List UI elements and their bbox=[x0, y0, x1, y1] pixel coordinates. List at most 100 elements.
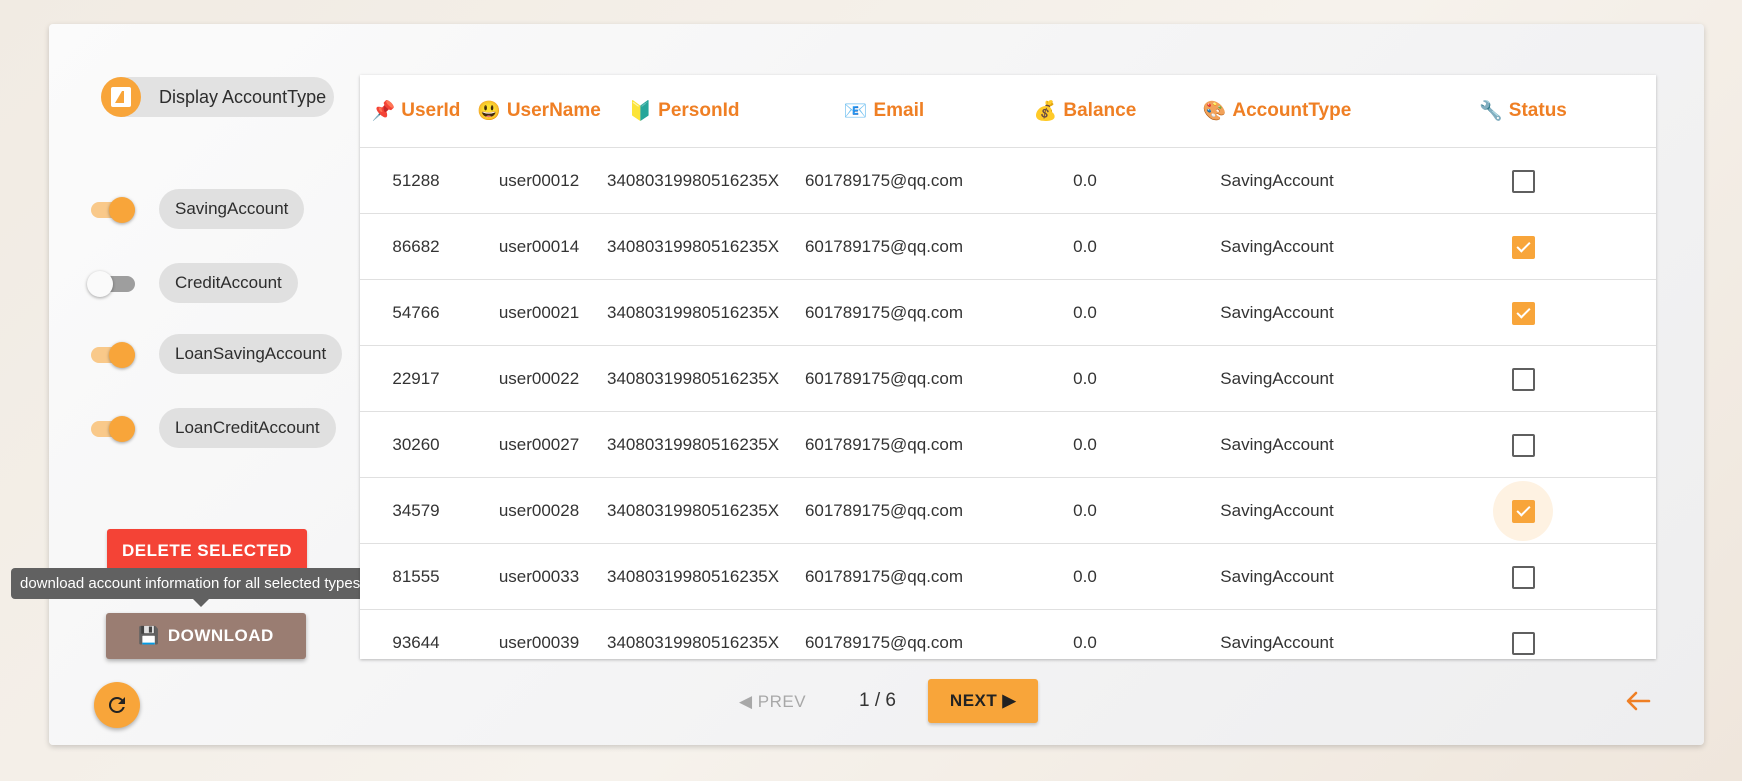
column-header-username: 😃 UserName bbox=[472, 75, 606, 148]
cell-email: 601789175@qq.com bbox=[804, 632, 964, 652]
cell-status bbox=[1390, 147, 1656, 214]
cell-username: user00022 bbox=[472, 345, 606, 412]
cell-balance: 0.0 bbox=[1006, 477, 1164, 544]
cell-email: 601789175@qq.com bbox=[762, 279, 1006, 346]
accounts-table-container: 📌 UserId 😃 UserName 🔰 PersonId 📧 Email 💰 Balance 🎨… bbox=[360, 75, 1656, 659]
arrow-left-icon bbox=[1626, 691, 1651, 711]
cell-personid: 34080319980516235X bbox=[606, 543, 779, 610]
accounts-table: 📌 UserId 😃 UserName 🔰 PersonId 📧 Email 💰 Balance 🎨… bbox=[360, 75, 1656, 675]
status-checkbox[interactable] bbox=[1511, 565, 1535, 589]
account-type-chip: CreditAccount bbox=[159, 263, 298, 303]
cell-type: SavingAccount bbox=[1164, 213, 1390, 280]
table-row: 51288 user00012 34080319980516235X 60178917… bbox=[360, 147, 1656, 214]
status-checkbox[interactable] bbox=[1511, 301, 1535, 325]
cell-userid: 51288 bbox=[360, 147, 472, 214]
main-card: Display AccountType SavingAccount CreditA… bbox=[11, 24, 1704, 745]
display-accounttype-chip: Display AccountType bbox=[101, 77, 334, 117]
account-type-icon bbox=[101, 77, 141, 117]
table-row: 81555 user00033 34080319980516235X 60178917… bbox=[360, 543, 1656, 610]
prev-button[interactable]: ◀ PREV bbox=[739, 692, 806, 712]
status-checkbox[interactable] bbox=[1511, 499, 1535, 523]
account-type-chip: SavingAccount bbox=[159, 189, 305, 229]
cell-balance: 0.0 bbox=[1006, 345, 1164, 412]
cell-status bbox=[1390, 411, 1656, 478]
column-header-personid: 🔰 PersonId bbox=[606, 75, 762, 148]
header-icon: 💰 bbox=[1033, 101, 1058, 122]
status-checkbox[interactable] bbox=[1511, 367, 1535, 391]
cell-username: user00014 bbox=[472, 213, 606, 280]
cell-type: SavingAccount bbox=[1164, 543, 1390, 610]
account-type-chip: LoanCreditAccount bbox=[159, 408, 336, 448]
account-type-switch[interactable] bbox=[87, 342, 137, 368]
download-button[interactable]: 💾 DOWNLOAD bbox=[106, 613, 306, 659]
cell-balance: 0.0 bbox=[1006, 279, 1164, 346]
switch-thumb bbox=[109, 342, 135, 368]
next-button[interactable]: NEXT ▶ bbox=[928, 679, 1038, 723]
column-header-accounttype: 🎨 AccountType bbox=[1164, 75, 1390, 148]
cell-status bbox=[1390, 543, 1656, 610]
cell-personid: 34080319980516235X bbox=[606, 345, 779, 412]
header-icon: 😃 bbox=[477, 101, 501, 122]
cell-email: 601789175@qq.com bbox=[762, 543, 1006, 610]
cell-type: SavingAccount bbox=[1164, 279, 1390, 346]
display-accounttype-label: Display AccountType bbox=[159, 87, 327, 107]
table-row: 54766 user00021 34080319980516235X 60178917… bbox=[360, 279, 1656, 346]
cell-status bbox=[1390, 213, 1656, 280]
cell-personid: 34080319980516235X bbox=[606, 147, 779, 214]
status-checkbox-wrap bbox=[1493, 547, 1553, 607]
header-icon: 📧 bbox=[843, 101, 868, 122]
account-type-switch[interactable] bbox=[87, 197, 137, 223]
column-header-status: 🔧 Status bbox=[1390, 75, 1656, 148]
cell-email: 601789175@qq.com bbox=[762, 147, 1006, 214]
status-checkbox-wrap bbox=[1493, 151, 1553, 211]
status-checkbox[interactable] bbox=[1511, 433, 1535, 457]
table-row: 93644 user00039 34080319980516235X 60178917… bbox=[360, 610, 1656, 676]
cell-email: 601789175@qq.com bbox=[762, 477, 1006, 544]
delete-selected-button[interactable]: DELETE SELECTED bbox=[107, 529, 307, 573]
cell-username: user00028 bbox=[472, 477, 606, 544]
cell-type: SavingAccount bbox=[1164, 345, 1390, 412]
cell-type: SavingAccount bbox=[1164, 477, 1390, 544]
switch-thumb bbox=[87, 271, 113, 297]
column-header-email: 📧 Email bbox=[762, 75, 1006, 148]
cell-userid: 93644 bbox=[392, 632, 440, 652]
table-row: 30260 user00027 34080319980516235X 60178917… bbox=[360, 411, 1656, 478]
cell-username: user00027 bbox=[472, 411, 606, 478]
table-row: 34579 user00028 34080319980516235X 60178917… bbox=[360, 477, 1656, 544]
status-checkbox[interactable] bbox=[1511, 169, 1535, 193]
status-checkbox-wrap bbox=[1493, 415, 1553, 475]
cell-username: user00039 bbox=[498, 632, 580, 652]
refresh-button[interactable] bbox=[94, 682, 140, 728]
table-row: 86682 user00014 34080319980516235X 60178917… bbox=[360, 213, 1656, 280]
status-checkbox-wrap bbox=[1493, 480, 1553, 541]
account-type-chip: LoanSavingAccount bbox=[159, 334, 343, 374]
cell-userid: 22917 bbox=[360, 345, 472, 412]
status-checkbox-wrap bbox=[1493, 283, 1553, 343]
account-type-switch[interactable] bbox=[87, 416, 137, 442]
cell-userid: 34579 bbox=[360, 477, 472, 544]
header-icon: 🔰 bbox=[628, 101, 653, 122]
header-label: PersonId bbox=[658, 100, 740, 121]
status-checkbox[interactable] bbox=[1511, 631, 1535, 655]
account-type-switch[interactable] bbox=[87, 271, 137, 297]
status-checkbox-wrap bbox=[1493, 613, 1553, 673]
cell-balance: 0.0 bbox=[1006, 411, 1164, 478]
cell-userid: 86682 bbox=[360, 213, 472, 280]
cell-status bbox=[1390, 279, 1656, 346]
page-indicator: 1 / 6 bbox=[859, 690, 896, 711]
header-label: UserName bbox=[506, 100, 601, 121]
back-button[interactable] bbox=[1625, 689, 1653, 713]
download-tooltip-text: download account information for all sel… bbox=[20, 575, 361, 592]
cell-userid: 30260 bbox=[360, 411, 472, 478]
header-icon: 🎨 bbox=[1202, 101, 1227, 122]
status-checkbox[interactable] bbox=[1511, 235, 1535, 259]
cell-type: SavingAccount bbox=[1164, 411, 1390, 478]
header-icon: 📌 bbox=[371, 101, 396, 122]
status-checkbox-wrap bbox=[1493, 217, 1553, 277]
cell-email: 601789175@qq.com bbox=[762, 213, 1006, 280]
header-label: UserId bbox=[401, 100, 461, 121]
cell-personid: 34080319980516235X bbox=[606, 213, 779, 280]
header-label: Email bbox=[873, 100, 925, 121]
cell-balance: 0.0 bbox=[1073, 632, 1097, 652]
cell-email: 601789175@qq.com bbox=[762, 411, 1006, 478]
